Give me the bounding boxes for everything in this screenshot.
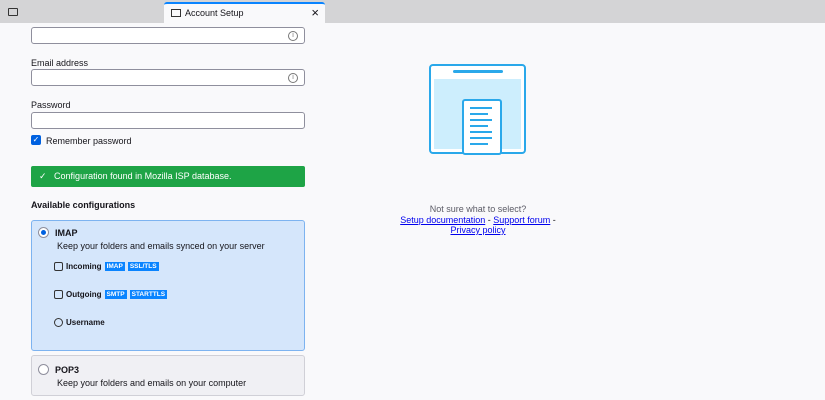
email-input[interactable]: i bbox=[31, 69, 305, 86]
incoming-label: Incoming bbox=[66, 262, 102, 271]
imap-title: IMAP bbox=[55, 228, 78, 238]
setup-documentation-link[interactable]: Setup documentation bbox=[400, 215, 485, 225]
close-tab-button[interactable]: × bbox=[311, 5, 319, 20]
tab-title: Account Setup bbox=[185, 8, 244, 18]
pop3-option[interactable]: POP3 Keep your folders and emails on you… bbox=[31, 355, 305, 396]
outgoing-label: Outgoing bbox=[66, 290, 102, 299]
security-badge: SSL/TLS bbox=[127, 262, 159, 271]
name-input[interactable]: i bbox=[31, 27, 305, 44]
pop3-title: POP3 bbox=[55, 365, 80, 375]
folder-icon[interactable] bbox=[8, 8, 18, 16]
protocol-badge: IMAP bbox=[104, 262, 125, 271]
protocol-badge: SMTP bbox=[104, 290, 127, 299]
help-question: Not sure what to select? bbox=[429, 204, 527, 214]
user-icon bbox=[54, 318, 63, 327]
incoming-server-icon bbox=[54, 262, 63, 271]
remember-password-checkbox[interactable]: ✓ bbox=[31, 135, 41, 145]
username-label: Username bbox=[66, 318, 105, 327]
config-found-banner: ✓ Configuration found in Mozilla ISP dat… bbox=[31, 166, 305, 187]
incoming-row: Incoming IMAP SSL/TLS bbox=[54, 262, 159, 271]
outgoing-server-icon bbox=[54, 290, 63, 299]
pop3-desc: Keep your folders and emails on your com… bbox=[57, 378, 247, 388]
available-configs-heading: Available configurations bbox=[31, 200, 136, 210]
tab-bar: Account Setup × bbox=[0, 0, 825, 23]
check-icon: ✓ bbox=[39, 171, 55, 181]
username-row: Username bbox=[54, 318, 105, 327]
info-icon[interactable]: i bbox=[288, 73, 298, 83]
info-icon[interactable]: i bbox=[288, 31, 298, 41]
support-forum-link[interactable]: Support forum bbox=[493, 215, 550, 225]
separator: - bbox=[550, 215, 556, 225]
mail-icon bbox=[171, 9, 181, 17]
banner-text: Configuration found in Mozilla ISP datab… bbox=[54, 171, 232, 181]
imap-radio[interactable] bbox=[38, 227, 49, 238]
pop3-radio[interactable] bbox=[38, 364, 49, 375]
security-badge: STARTTLS bbox=[129, 290, 168, 299]
imap-desc: Keep your folders and emails synced on y… bbox=[57, 241, 265, 251]
help-links: Setup documentation - Support forum - Pr… bbox=[386, 215, 570, 235]
remember-password-label: Remember password bbox=[46, 136, 132, 146]
imap-option[interactable]: IMAP Keep your folders and emails synced… bbox=[31, 220, 305, 351]
privacy-policy-link[interactable]: Privacy policy bbox=[450, 225, 505, 235]
email-label: Email address bbox=[31, 58, 89, 68]
password-label: Password bbox=[31, 100, 71, 110]
password-input[interactable] bbox=[31, 112, 305, 129]
tab-account-setup[interactable]: Account Setup × bbox=[164, 2, 325, 23]
outgoing-row: Outgoing SMTP STARTTLS bbox=[54, 290, 168, 299]
document-illustration bbox=[429, 64, 526, 155]
